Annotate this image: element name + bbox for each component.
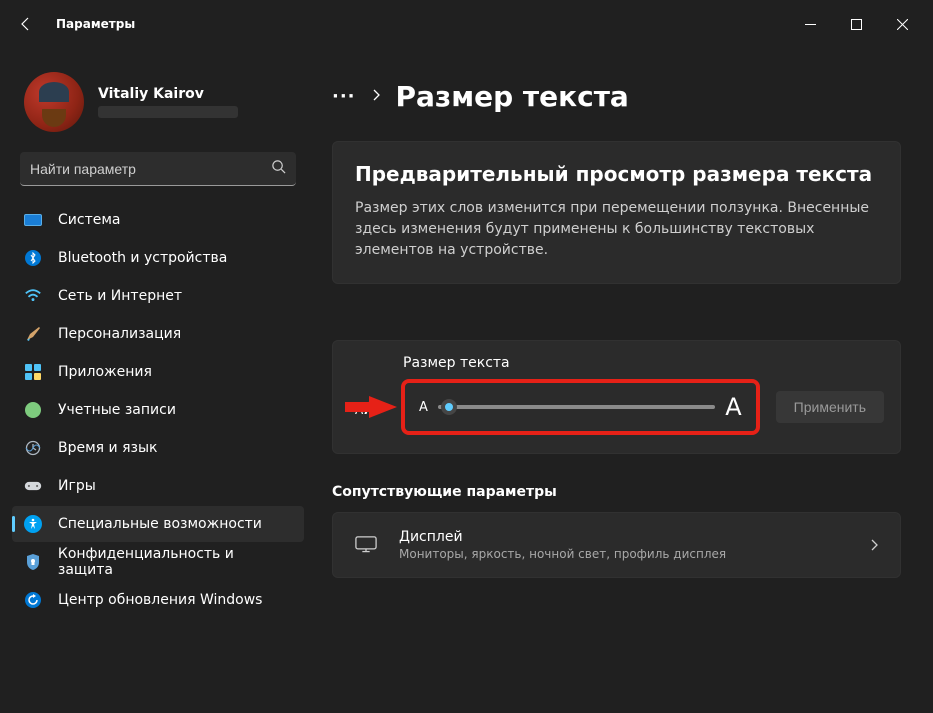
bluetooth-icon — [24, 249, 42, 267]
update-icon — [24, 591, 42, 609]
nav-label: Специальные возможности — [58, 516, 262, 532]
back-button[interactable] — [8, 6, 44, 42]
nav-accounts[interactable]: Учетные записи — [12, 392, 304, 428]
nav-label: Учетные записи — [58, 402, 176, 418]
nav-label: Центр обновления Windows — [58, 592, 262, 608]
nav: Система Bluetooth и устройства Сеть и Ин… — [12, 202, 304, 618]
maximize-button[interactable] — [833, 4, 879, 44]
arrow-annotation — [369, 396, 397, 418]
preview-title: Предварительный просмотр размера текста — [333, 142, 900, 198]
nav-label: Время и язык — [58, 440, 157, 456]
slider-highlight: A A — [401, 379, 760, 435]
nav-update[interactable]: Центр обновления Windows — [12, 582, 304, 618]
preview-description: Размер этих слов изменится при перемещен… — [333, 198, 900, 283]
text-size-card: Размер текста AA A A Применить — [332, 340, 901, 454]
close-button[interactable] — [879, 4, 925, 44]
slider-min-label: A — [419, 400, 428, 415]
nav-label: Конфиденциальность и защита — [58, 546, 292, 578]
nav-label: Игры — [58, 478, 96, 494]
settings-window: Параметры Vitaliy Kairov — [0, 0, 933, 713]
page-title: Размер текста — [396, 80, 629, 113]
nav-label: Персонализация — [58, 326, 181, 342]
gamepad-icon — [24, 477, 42, 495]
display-link-card[interactable]: Дисплей Мониторы, яркость, ночной свет, … — [332, 512, 901, 578]
apply-button[interactable]: Применить — [776, 391, 884, 423]
avatar — [24, 72, 84, 132]
system-icon — [24, 211, 42, 229]
sidebar: Vitaliy Kairov Система — [8, 48, 308, 705]
preview-card: Предварительный просмотр размера текста … — [332, 141, 901, 284]
nav-label: Система — [58, 212, 120, 228]
slider-max-label: A — [725, 393, 741, 421]
accessibility-icon — [24, 515, 42, 533]
nav-system[interactable]: Система — [12, 202, 304, 238]
search-box[interactable] — [20, 152, 296, 186]
search-icon — [271, 159, 286, 178]
person-icon — [24, 401, 42, 419]
clock-icon — [24, 439, 42, 457]
window-title: Параметры — [56, 17, 135, 31]
nav-apps[interactable]: Приложения — [12, 354, 304, 390]
nav-accessibility[interactable]: Специальные возможности — [12, 506, 304, 542]
display-link-desc: Мониторы, яркость, ночной свет, профиль … — [399, 547, 726, 561]
profile[interactable]: Vitaliy Kairov — [12, 56, 304, 152]
wifi-icon — [24, 287, 42, 305]
chevron-right-icon — [870, 536, 878, 555]
nav-network[interactable]: Сеть и Интернет — [12, 278, 304, 314]
profile-name: Vitaliy Kairov — [98, 86, 238, 102]
minimize-button[interactable] — [787, 4, 833, 44]
related-section-label: Сопутствующие параметры — [332, 484, 901, 500]
slider-thumb[interactable] — [441, 399, 457, 415]
search-input[interactable] — [30, 161, 271, 177]
nav-bluetooth[interactable]: Bluetooth и устройства — [12, 240, 304, 276]
nav-label: Сеть и Интернет — [58, 288, 182, 304]
nav-label: Приложения — [58, 364, 152, 380]
nav-time[interactable]: Время и язык — [12, 430, 304, 466]
shield-icon — [24, 553, 42, 571]
nav-personalization[interactable]: Персонализация — [12, 316, 304, 352]
monitor-icon — [355, 536, 377, 554]
nav-gaming[interactable]: Игры — [12, 468, 304, 504]
text-size-slider[interactable] — [438, 405, 715, 409]
display-link-title: Дисплей — [399, 529, 726, 545]
main-content: ··· Размер текста Предварительный просмо… — [308, 48, 925, 705]
profile-email — [98, 106, 238, 118]
breadcrumb: ··· Размер текста — [332, 80, 901, 113]
nav-label: Bluetooth и устройства — [58, 250, 227, 266]
text-size-label: Размер текста — [403, 355, 884, 371]
chevron-right-icon — [372, 89, 380, 105]
nav-privacy[interactable]: Конфиденциальность и защита — [12, 544, 304, 580]
breadcrumb-more-button[interactable]: ··· — [332, 86, 356, 107]
titlebar: Параметры — [0, 0, 933, 48]
apps-icon — [24, 363, 42, 381]
brush-icon — [24, 325, 42, 343]
